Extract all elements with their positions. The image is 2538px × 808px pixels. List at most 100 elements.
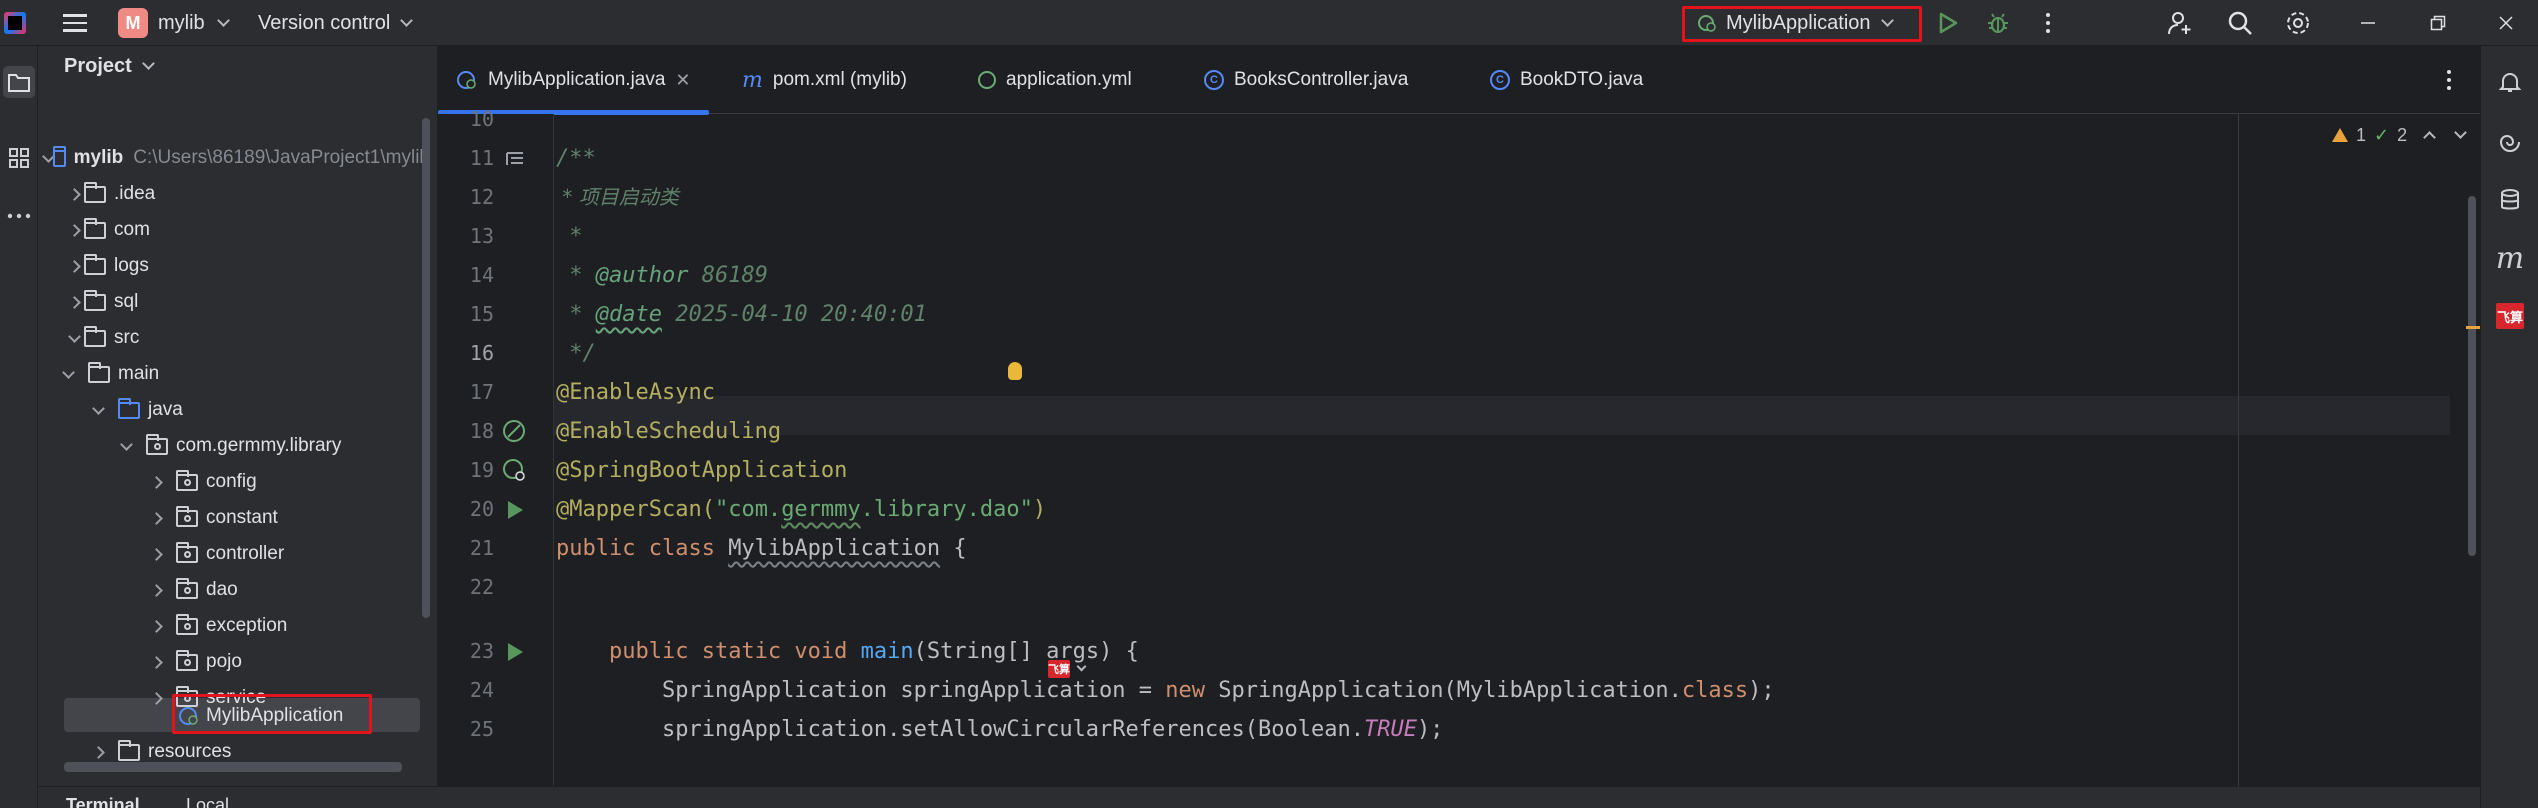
code-area[interactable]: /** * 项目启动类 * * @author 86189 * @date 20… [556,114,2436,786]
chevron-right-icon [146,572,166,608]
restore-button[interactable] [2420,0,2456,46]
maven-icon: m [2495,240,2525,276]
more-actions-button[interactable] [2030,0,2066,46]
notifications-button[interactable] [2494,66,2526,98]
project-panel-title: Project [64,54,132,77]
package-icon [176,613,198,635]
debug-button[interactable] [1980,0,2016,46]
tree-item-src[interactable]: src [38,320,430,356]
tree-item-com[interactable]: com [38,212,430,248]
chevron-down-icon[interactable] [2454,126,2467,139]
chevron-right-icon [146,536,166,572]
tree-item-mylib[interactable]: mylib C:\Users\86189\JavaProject1\mylib [38,140,430,176]
bottom-tool-window-header: Terminal Local [38,786,2480,808]
more-vertical-icon [2046,13,2050,33]
local-session-tab[interactable]: Local [186,795,229,808]
tree-item-exception[interactable]: exception [38,608,430,644]
spiral-icon [2499,135,2520,152]
tree-item-package-root[interactable]: com.germmy.library [38,428,430,464]
project-switcher[interactable]: M mylib [118,0,230,46]
tab-label: BooksController.java [1234,69,1409,90]
project-vertical-scrollbar[interactable] [422,118,430,618]
tree-item-mylibapplication[interactable]: MylibApplication [38,698,430,734]
run-configuration-selector[interactable]: MylibApplication [1682,0,1922,46]
chevron-up-icon[interactable] [2423,130,2436,144]
chevron-right-icon [146,644,166,680]
database-button[interactable] [2494,184,2526,216]
editor-gutter[interactable]: 10 11 12 13 14 15 16 17 18 19 20 21 22 2… [438,107,554,786]
line-number: 22 [469,575,494,599]
maven-tool-button[interactable]: m [2494,240,2526,276]
run-button[interactable] [1930,0,1966,46]
tab-bookscontroller[interactable]: C BooksController.java [1186,46,1426,114]
settings-button[interactable] [2280,0,2316,46]
tree-item-label: .idea [114,183,156,204]
project-panel-header[interactable]: Project [38,46,438,86]
run-gutter-icon[interactable] [500,632,530,671]
code-line-13: * [556,224,583,249]
package-icon [176,505,198,527]
intention-bulb-icon[interactable] [1008,362,1022,380]
tree-item-label: exception [206,615,288,636]
minimize-button[interactable] [2350,0,2386,46]
close-tab-icon[interactable]: ✕ [675,70,690,91]
render-doc-icon[interactable] [500,139,530,178]
editor-area: MylibApplication.java ✕ m pom.xml (mylib… [438,46,2480,786]
chevron-down-icon [216,14,230,27]
tree-item-pojo[interactable]: pojo [38,644,430,680]
close-window-button[interactable] [2488,0,2524,46]
feisuan-icon: 飞算 [2496,303,2524,329]
run-gutter-icon[interactable] [500,490,530,529]
project-tool-button[interactable] [3,66,35,98]
line-number: 24 [469,678,494,702]
tree-item-java[interactable]: java [38,392,430,428]
vcs-label: Version control [258,11,391,34]
version-control-menu[interactable]: Version control [258,0,414,46]
code-line-16: */ [556,341,596,366]
terminal-tab[interactable]: Terminal [66,795,140,808]
tree-item-main[interactable]: main [38,356,430,392]
tree-item-controller[interactable]: controller [38,536,430,572]
tree-item-constant[interactable]: constant [38,500,430,536]
project-horizontal-scrollbar[interactable] [64,762,402,772]
tree-item-config[interactable]: config [38,464,430,500]
tab-actions-button[interactable] [2434,64,2464,96]
search-everywhere-button[interactable] [2222,0,2258,46]
chevron-down-icon [58,356,78,392]
ai-inlay-hint[interactable]: 飞算 [1048,660,1087,678]
tree-item-idea[interactable]: .idea [38,176,430,212]
tree-item-dao[interactable]: dao [38,572,430,608]
restore-icon [2430,15,2446,31]
structure-tool-button[interactable] [3,142,35,174]
tab-application-yml[interactable]: application.yml [960,46,1150,114]
feisuan-tool-button[interactable]: 飞算 [2494,300,2526,332]
folder-icon [8,74,30,92]
more-tools-button[interactable] [3,200,35,232]
spring-mapper-icon[interactable] [500,451,530,490]
chevron-right-icon [64,176,84,212]
main-menu-button[interactable] [58,0,92,46]
tree-item-label: com.germmy.library [176,435,342,456]
spring-bean-icon[interactable] [500,412,530,451]
chevron-right-icon [146,500,166,536]
tree-item-label: controller [206,543,285,564]
warning-stripe-marker[interactable] [2466,326,2480,329]
resources-folder-icon [118,739,140,761]
line-number: 23 [469,639,494,663]
line-number: 14 [469,263,494,287]
bug-icon [1988,13,2008,34]
ai-assistant-button[interactable] [2494,126,2526,158]
code-with-me-button[interactable] [2162,0,2198,46]
tree-item-sql[interactable]: sql [38,284,430,320]
spring-class-icon [457,71,476,89]
tree-item-logs[interactable]: logs [38,248,430,284]
tree-item-label: MylibApplication [206,705,344,726]
folder-icon [84,325,106,347]
line-number: 10 [469,107,494,131]
tree-item-label: dao [206,579,238,600]
right-margin-guide [2238,114,2239,786]
tab-pom-xml[interactable]: m pom.xml (mylib) [724,46,925,114]
tab-bookdto[interactable]: C BookDTO.java [1472,46,1661,114]
inspection-widget[interactable]: 1 ✓ 2 [2332,118,2467,152]
editor-vertical-scrollbar[interactable] [2468,196,2476,556]
